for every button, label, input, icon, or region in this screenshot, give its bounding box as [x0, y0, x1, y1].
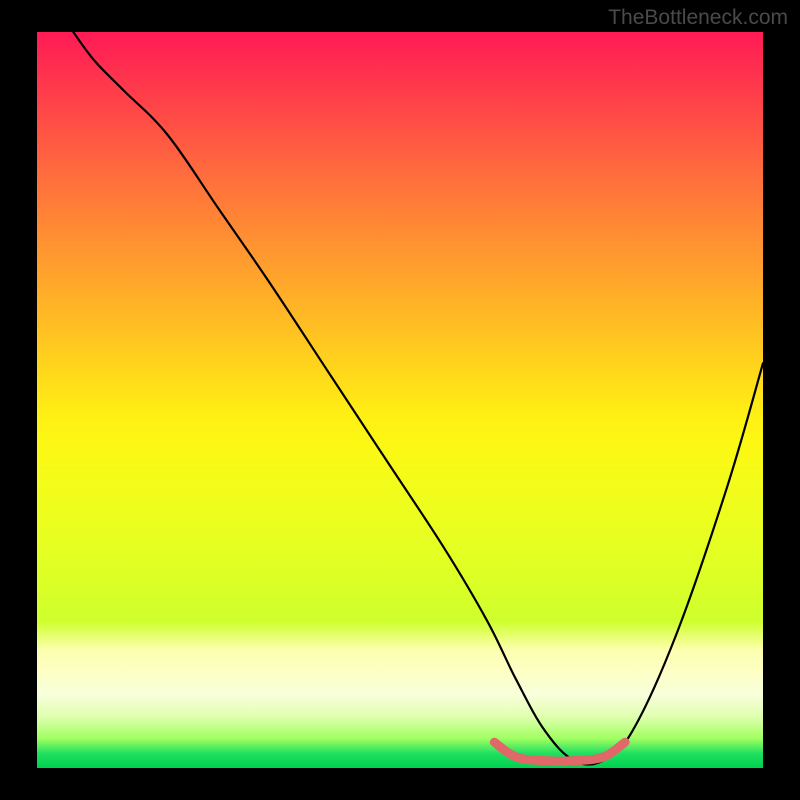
watermark-text: TheBottleneck.com — [608, 6, 788, 30]
optimal-range-highlight — [494, 742, 625, 761]
bottleneck-curve — [73, 32, 763, 765]
chart-svg — [37, 32, 763, 768]
chart-plot-area — [37, 32, 763, 768]
